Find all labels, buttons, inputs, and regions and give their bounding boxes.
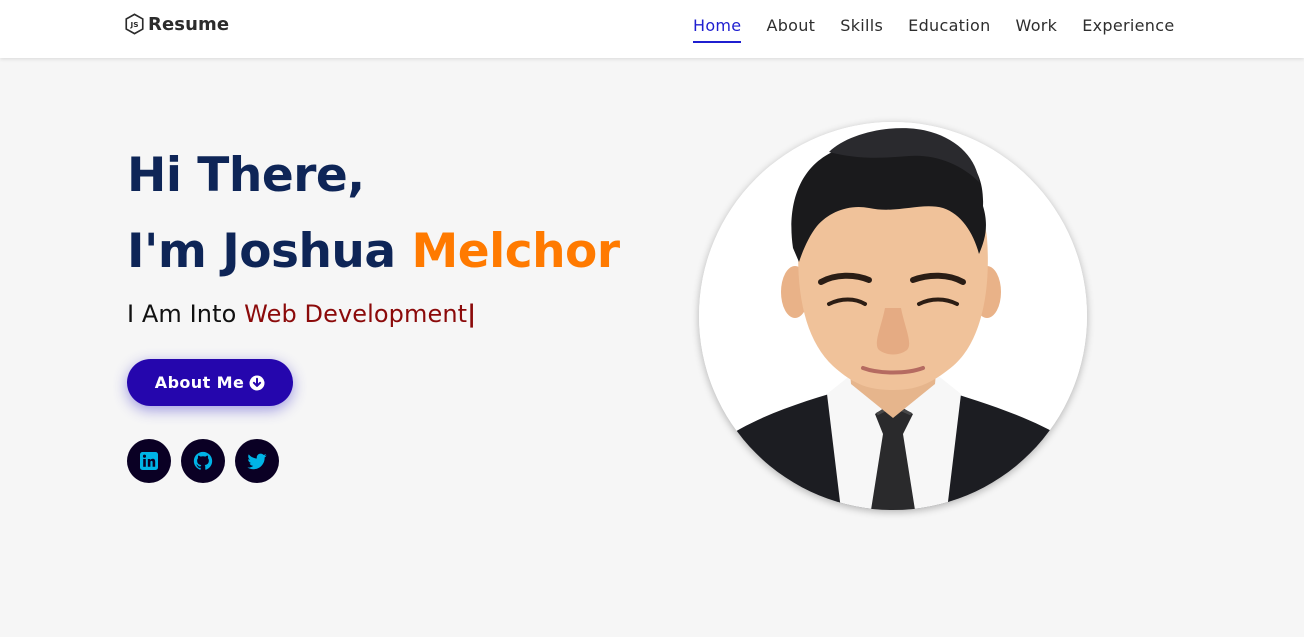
name-prefix: I'm Joshua	[127, 224, 396, 279]
nav-skills[interactable]: Skills	[840, 16, 883, 43]
nav-experience[interactable]: Experience	[1082, 16, 1174, 43]
nodejs-hexagon-icon: JS	[125, 13, 144, 35]
portrait-illustration	[699, 122, 1087, 510]
nav-education[interactable]: Education	[908, 16, 990, 43]
svg-text:JS: JS	[129, 20, 138, 29]
nav-home[interactable]: Home	[693, 16, 742, 43]
site-header: JS Resume Home About Skills Education Wo…	[0, 0, 1304, 58]
main-nav: Home About Skills Education Work Experie…	[693, 16, 1174, 43]
nav-work[interactable]: Work	[1016, 16, 1058, 43]
nav-about[interactable]: About	[766, 16, 815, 43]
about-me-button[interactable]: About Me	[127, 359, 293, 406]
logo-text: Resume	[148, 13, 230, 35]
name-heading: I'm Joshua Melchor	[127, 222, 620, 282]
logo[interactable]: JS Resume	[124, 13, 229, 35]
hero-intro: Hi There, I'm Joshua Melchor I Am Into W…	[127, 146, 620, 328]
twitter-icon	[247, 453, 267, 470]
greeting-heading: Hi There,	[127, 148, 365, 203]
typing-line: I Am Into Web Development|	[127, 300, 620, 328]
twitter-button[interactable]	[235, 439, 279, 483]
arrow-circle-down-icon	[249, 375, 265, 390]
typing-prefix: I Am Into	[127, 300, 237, 328]
github-button[interactable]	[181, 439, 225, 483]
social-links	[127, 439, 279, 483]
github-icon	[193, 451, 213, 470]
typed-text: Web Development	[244, 300, 468, 328]
linkedin-icon	[140, 452, 158, 470]
name-highlight: Melchor	[411, 224, 620, 279]
linkedin-button[interactable]	[127, 439, 171, 483]
profile-photo	[699, 122, 1087, 510]
typing-cursor: |	[467, 300, 477, 328]
about-me-label: About Me	[154, 373, 245, 392]
